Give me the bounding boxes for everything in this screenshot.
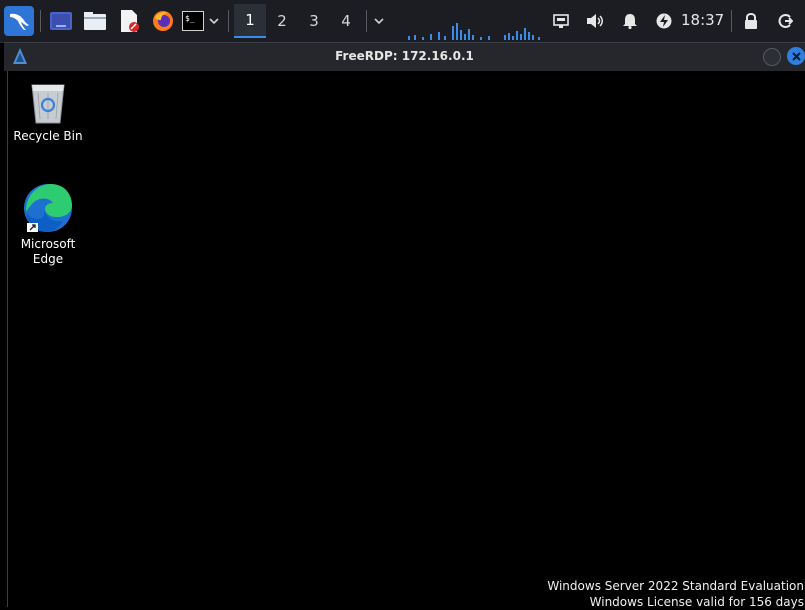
watermark-license: Windows License valid for 156 days (589, 595, 804, 609)
workspace-1[interactable]: 1 (234, 4, 266, 38)
panel-separator (731, 10, 732, 32)
panel-clock[interactable]: 18:37 (681, 11, 724, 29)
close-icon (791, 51, 801, 61)
window-list-dropdown-button[interactable] (372, 8, 386, 34)
lock-icon (745, 13, 757, 29)
logout-icon (778, 14, 793, 28)
kali-dragon-icon (10, 13, 29, 30)
launcher-dropdown-button[interactable] (207, 8, 221, 34)
file-manager-button[interactable] (83, 8, 107, 34)
firefox-button[interactable] (150, 8, 176, 34)
firefox-icon (153, 11, 173, 31)
minimize-button[interactable] (763, 48, 781, 66)
kali-menu-button[interactable] (4, 6, 34, 36)
notification-bell-icon (623, 14, 637, 29)
microsoft-edge-icon (24, 184, 72, 232)
chevron-down-icon (209, 18, 219, 25)
microsoft-edge-shortcut[interactable]: Microsoft Edge (8, 183, 88, 267)
power-icon (656, 13, 672, 29)
volume-icon (587, 14, 603, 28)
text-editor-icon (121, 10, 139, 32)
windows-watermark: Windows Server 2022 Standard Evaluation … (547, 578, 804, 610)
terminal-icon: $_ (182, 11, 204, 31)
microsoft-edge-label: Microsoft Edge (20, 237, 76, 266)
workspace-2[interactable]: 2 (266, 4, 298, 38)
svg-text:$_: $_ (185, 14, 195, 23)
chevron-down-icon (374, 18, 384, 25)
volume-button[interactable] (584, 10, 606, 32)
watermark-edition: Windows Server 2022 Standard Evaluation (547, 579, 804, 593)
file-manager-icon (84, 12, 106, 30)
recycle-bin-shortcut[interactable]: Recycle Bin (8, 79, 88, 144)
panel-separator (40, 10, 41, 32)
network-button[interactable] (551, 10, 571, 32)
lock-screen-button[interactable] (741, 10, 761, 32)
show-desktop-button[interactable] (49, 8, 73, 34)
remote-desktop[interactable]: Recycle Bin Microsoft Edge Windows Serve… (7, 71, 805, 610)
notifications-button[interactable] (620, 10, 640, 32)
top-panel: $_ 1 2 3 4 18:37 (0, 0, 805, 43)
workspace-3[interactable]: 3 (298, 4, 330, 38)
panel-separator (366, 10, 367, 32)
panel-separator (228, 10, 229, 32)
network-icon (553, 14, 569, 28)
desktop-icon (50, 12, 72, 30)
cpu-graph-icon (408, 23, 540, 40)
close-button[interactable] (787, 47, 805, 65)
recycle-bin-icon (31, 84, 65, 124)
text-editor-button[interactable] (117, 8, 141, 34)
power-manager-button[interactable] (654, 10, 674, 32)
recycle-bin-label: Recycle Bin (13, 129, 83, 143)
terminal-button[interactable]: $_ (181, 8, 205, 34)
logout-button[interactable] (775, 10, 795, 32)
workspace-4[interactable]: 4 (330, 4, 362, 38)
window-title: FreeRDP: 172.16.0.1 (335, 49, 474, 63)
window-titlebar[interactable]: FreeRDP: 172.16.0.1 (4, 42, 805, 71)
